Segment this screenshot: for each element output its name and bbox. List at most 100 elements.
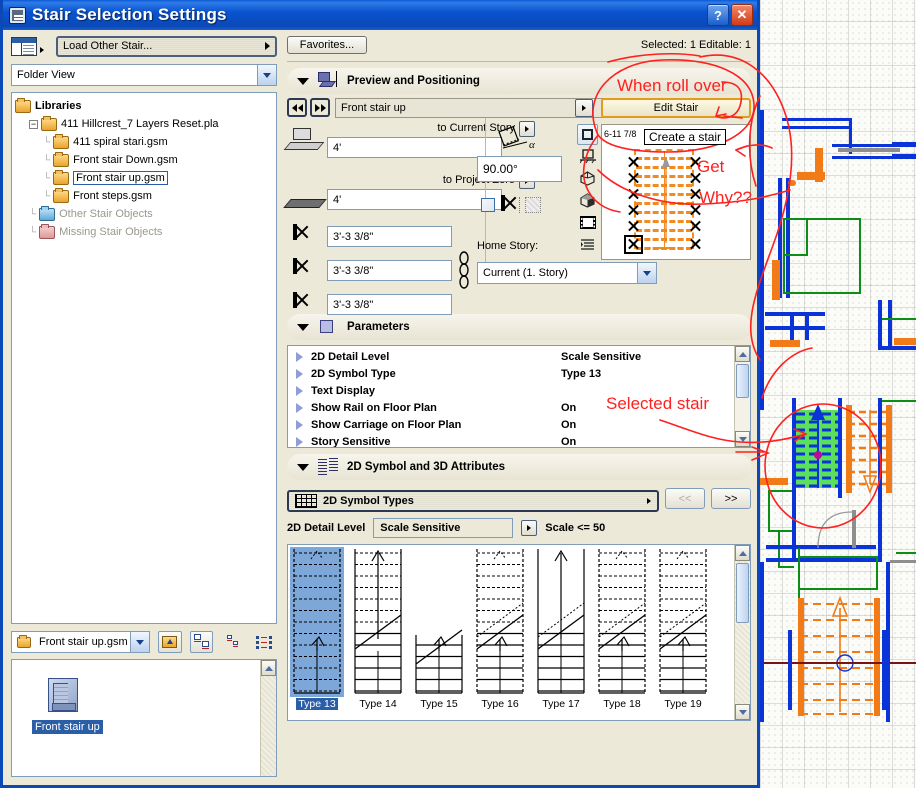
selected-stair-fill[interactable] <box>796 410 840 488</box>
parameter-value[interactable]: Scale Sensitive <box>561 351 641 363</box>
stair-thumbnail-icon[interactable] <box>48 678 78 712</box>
to-current-story-input[interactable]: 4' <box>327 137 502 158</box>
expand-triangle-icon[interactable] <box>296 420 303 430</box>
collapse-triangle-icon[interactable] <box>297 464 309 471</box>
symbol-type-option[interactable]: Type 19 <box>656 547 710 718</box>
tree-item[interactable]: └Other Stair Objects <box>15 205 273 223</box>
view-3d-shaded-button[interactable] <box>577 190 598 211</box>
view-list-button[interactable] <box>577 234 598 255</box>
parameters-icon <box>317 317 339 337</box>
symbol-type-option[interactable]: Type 16 <box>473 547 527 718</box>
help-button[interactable]: ? <box>707 4 729 26</box>
detail-level-popup-button[interactable] <box>521 520 537 536</box>
view-2d-symbol-button[interactable] <box>577 124 598 145</box>
collapse-triangle-icon[interactable] <box>297 324 309 331</box>
symbol-type-option[interactable]: Type 15 <box>412 547 466 718</box>
object-preview-pane[interactable]: Front stair up <box>11 659 277 777</box>
floor-plan-drawing[interactable] <box>760 0 916 788</box>
parameter-value[interactable]: On <box>561 402 576 414</box>
scrollbar-thumb[interactable] <box>736 563 749 623</box>
chevron-right-icon[interactable] <box>40 47 44 53</box>
current-file-select[interactable]: Front stair up.gsm <box>11 631 150 653</box>
depth-input[interactable]: 3'-3 3/8" <box>327 260 452 281</box>
wall-segment <box>892 154 916 157</box>
expand-triangle-icon[interactable] <box>296 369 303 379</box>
scroll-down-button[interactable] <box>735 704 750 720</box>
previous-symbol-page-button[interactable]: << <box>665 488 705 509</box>
view-3d-wireframe-button[interactable] <box>577 168 598 189</box>
height-input[interactable]: 3'-3 3/8" <box>327 294 452 315</box>
expand-triangle-icon[interactable] <box>296 437 303 447</box>
scroll-up-button[interactable] <box>735 346 750 362</box>
view-mode-select[interactable]: Folder View <box>11 64 277 86</box>
tree-item[interactable]: └Front steps.gsm <box>15 187 273 205</box>
symbol-type-label: Type 18 <box>603 698 640 710</box>
tree-item[interactable]: −411 Hillcrest_7 Layers Reset.pla <box>15 115 273 133</box>
expand-triangle-icon[interactable] <box>296 352 303 362</box>
to-project-zero-input[interactable]: 4' <box>327 189 502 210</box>
view-filmstrip-button[interactable] <box>577 212 598 233</box>
mirror-on-toggle[interactable] <box>501 197 505 209</box>
collapse-triangle-icon[interactable] <box>297 78 309 85</box>
parameter-value[interactable]: On <box>561 436 576 448</box>
scrollbar-thumb[interactable] <box>736 364 749 398</box>
previous-object-button[interactable] <box>287 98 307 117</box>
symbol-type-option[interactable]: Type 14 <box>351 547 405 718</box>
parameter-row[interactable]: Story SensitiveOn <box>288 433 732 448</box>
proportional-lock-icon[interactable] <box>457 250 471 290</box>
mirror-off-toggle[interactable] <box>481 198 495 212</box>
detail-level-value[interactable]: Scale Sensitive <box>373 518 513 538</box>
library-list-icon[interactable] <box>11 37 37 56</box>
parameter-value[interactable]: Type 13 <box>561 368 601 380</box>
chevron-down-icon[interactable] <box>637 263 656 283</box>
edit-stair-button[interactable]: Edit Stair <box>601 98 751 118</box>
width-input[interactable]: 3'-3 3/8" <box>327 226 452 247</box>
expand-triangle-icon[interactable] <box>296 403 303 413</box>
tree-item[interactable]: └411 spiral stari.gsm <box>15 133 273 151</box>
preview-view-tools <box>577 124 599 256</box>
chevron-down-icon[interactable] <box>130 632 149 652</box>
large-icons-view-button[interactable] <box>190 631 214 653</box>
home-story-select[interactable]: Current (1. Story) <box>477 262 657 284</box>
up-one-level-button[interactable] <box>158 631 182 653</box>
expander-icon[interactable]: − <box>29 120 38 129</box>
parameter-row[interactable]: 2D Symbol TypeType 13 <box>288 365 732 382</box>
angle-input[interactable]: 90.00° <box>477 156 562 182</box>
small-icons-view-button[interactable] <box>221 631 245 653</box>
symbol-type-option[interactable]: Type 18 <box>595 547 649 718</box>
preview-scrollbar[interactable] <box>260 660 276 776</box>
wall-segment <box>782 126 852 129</box>
tree-item[interactable]: └Missing Stair Objects <box>15 223 273 241</box>
next-object-button[interactable] <box>310 98 330 117</box>
scroll-up-button[interactable] <box>261 660 276 676</box>
symbol-type-option[interactable]: Type 17 <box>534 547 588 718</box>
gallery-scrollbar[interactable] <box>734 545 750 720</box>
parameter-value[interactable]: On <box>561 419 576 431</box>
section-parameters[interactable]: Parameters <box>287 314 751 340</box>
parameter-row[interactable]: Show Carriage on Floor PlanOn <box>288 416 732 433</box>
edit-stair-popup-button[interactable] <box>575 99 593 117</box>
symbol-type-option[interactable]: Type 13 <box>290 547 344 718</box>
favorites-button[interactable]: Favorites... <box>287 36 367 54</box>
library-tree[interactable]: Libraries−411 Hillcrest_7 Layers Reset.p… <box>11 92 277 624</box>
details-view-button[interactable] <box>253 631 277 653</box>
scroll-up-button[interactable] <box>735 545 750 561</box>
section-2d-symbol-3d-attributes[interactable]: 2D Symbol and 3D Attributes <box>287 454 751 480</box>
chevron-down-icon[interactable] <box>257 65 276 85</box>
scroll-down-button[interactable] <box>735 431 750 447</box>
parameter-row[interactable]: 2D Detail LevelScale Sensitive <box>288 348 732 365</box>
tree-item[interactable]: Libraries <box>15 97 273 115</box>
symbol-types-dropdown[interactable]: 2D Symbol Types <box>287 490 659 512</box>
tree-item[interactable]: └Front stair up.gsm <box>15 169 273 187</box>
expand-triangle-icon[interactable] <box>296 386 303 396</box>
folder-icon <box>39 208 55 221</box>
folder-icon <box>17 637 31 648</box>
next-symbol-page-button[interactable]: >> <box>711 488 751 509</box>
parameters-scrollbar[interactable] <box>734 346 750 447</box>
close-button[interactable]: ✕ <box>731 4 753 26</box>
tree-item[interactable]: └Front stair Down.gsm <box>15 151 273 169</box>
load-other-stair-button[interactable]: Load Other Stair... <box>56 36 277 57</box>
symbol-type-gallery[interactable]: Type 13Type 14Type 15Type 16Type 17 Type … <box>287 544 751 721</box>
view-front-elevation-button[interactable] <box>577 146 598 167</box>
folder-icon <box>53 172 69 185</box>
